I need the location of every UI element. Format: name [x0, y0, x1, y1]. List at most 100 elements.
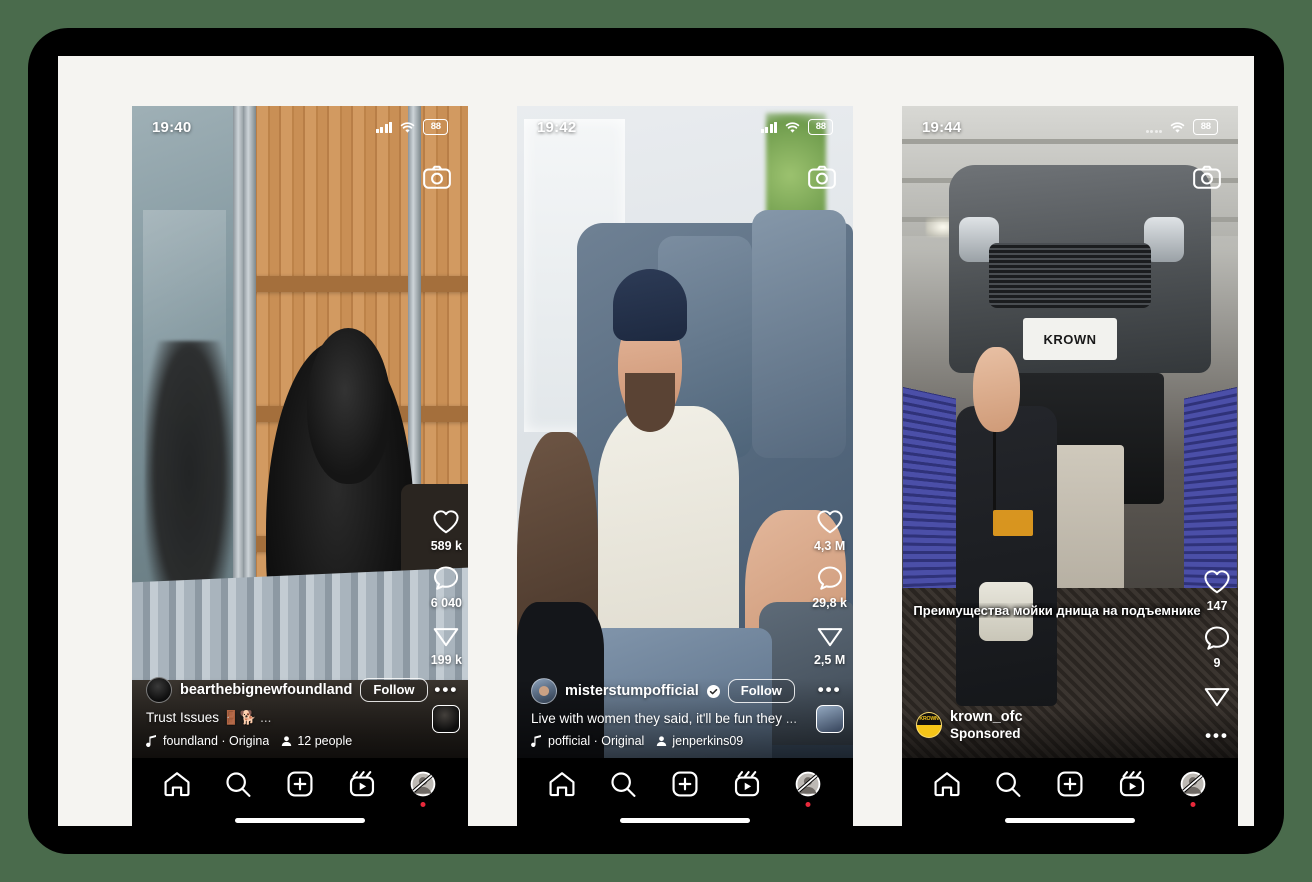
audio-track: pofficial · Original	[548, 734, 645, 748]
comment-button[interactable]: 9	[1202, 623, 1232, 670]
audio-row[interactable]: foundland · Origina 12 people	[146, 734, 454, 748]
nav-profile[interactable]	[1177, 768, 1209, 807]
comment-icon	[434, 566, 459, 590]
search-icon	[226, 772, 251, 797]
follow-button[interactable]: Follow	[727, 679, 795, 703]
share-button[interactable]: 2,5 M	[814, 620, 845, 667]
more-dots-icon[interactable]: •••	[434, 681, 458, 698]
plus-square-icon	[287, 771, 313, 797]
nav-create[interactable]	[669, 768, 701, 800]
scene-couple-on-couch	[517, 106, 853, 758]
comment-icon	[817, 566, 842, 590]
brand-logo-krown[interactable]	[916, 712, 942, 738]
signal-icon	[1145, 122, 1162, 133]
nav-home[interactable]	[161, 768, 193, 800]
nav-reels[interactable]	[1116, 768, 1148, 800]
like-button[interactable]: 147	[1202, 566, 1232, 613]
plus-square-icon	[672, 771, 698, 797]
nav-profile[interactable]	[407, 768, 439, 807]
search-icon	[611, 772, 636, 797]
camera-icon[interactable]	[422, 162, 452, 192]
status-time: 19:44	[922, 118, 962, 136]
more-dots-icon[interactable]: •••	[1205, 727, 1229, 744]
tagged-people[interactable]: 12 people	[281, 734, 352, 748]
reel-media-3[interactable]: KROWN 19:44 88 Преимущества мойки днища …	[902, 106, 1238, 758]
like-count: 4,3 M	[813, 539, 846, 553]
screen-card: 19:40 88 589 k 6 040 199 k ••• bearthebi…	[58, 56, 1254, 836]
comment-count: 6 040	[430, 596, 462, 610]
profile-avatar-icon	[410, 771, 436, 797]
username[interactable]: krown_ofc	[950, 709, 1023, 725]
caption[interactable]: Live with women they said, it'll be fun …	[531, 711, 839, 726]
paper-plane-icon	[817, 628, 842, 647]
signal-icon	[375, 121, 392, 133]
scene-car-on-lift-garage: KROWN	[902, 106, 1238, 758]
nav-reels[interactable]	[346, 768, 378, 800]
video-subtitle: Преимущества мойки днища на подъемнике	[913, 603, 1201, 618]
audio-row[interactable]: pofficial · Original jenperkins09	[531, 734, 839, 748]
username[interactable]: bearthebignewfoundland	[180, 682, 352, 698]
heart-icon	[1204, 570, 1230, 594]
like-button[interactable]: 4,3 M	[814, 506, 845, 553]
nav-profile[interactable]	[792, 768, 824, 807]
nav-home[interactable]	[546, 768, 578, 800]
audio-thumbnail[interactable]	[815, 705, 844, 733]
caption-text: Live with women they said, it'll be fun …	[531, 711, 782, 726]
home-indicator[interactable]	[620, 818, 750, 823]
more-dots-icon[interactable]: •••	[818, 681, 842, 698]
audio-thumbnail[interactable]	[432, 705, 461, 733]
caption-more[interactable]: ...	[260, 710, 271, 725]
post-info-1: bearthebignewfoundland Follow Trust Issu…	[132, 677, 468, 758]
comment-button[interactable]: 6 040	[431, 563, 462, 610]
notification-badge	[1190, 802, 1196, 807]
search-icon	[996, 772, 1021, 797]
reel-media-2[interactable]: 19:42 88 4,3 M 29,8 k 2,5 M ••• misterst…	[517, 106, 853, 758]
like-button[interactable]: 589 k	[431, 506, 462, 553]
like-count: 589 k	[430, 539, 462, 553]
paper-plane-icon	[1204, 688, 1230, 707]
nav-search[interactable]	[607, 768, 639, 800]
reels-icon	[1119, 771, 1144, 797]
camera-icon[interactable]	[1192, 162, 1222, 192]
nav-search[interactable]	[992, 768, 1024, 800]
home-indicator[interactable]	[235, 818, 365, 823]
post-info-3: krown_ofc Sponsored	[902, 709, 1238, 758]
verified-badge-icon	[706, 684, 720, 698]
caption-text: Trust Issues 🚪🐕	[146, 710, 257, 725]
tagged-label: jenperkins09	[672, 734, 744, 748]
comment-button[interactable]: 29,8 k	[812, 563, 847, 610]
wifi-icon	[1170, 121, 1185, 133]
follow-button[interactable]: Follow	[360, 678, 428, 702]
user-row: misterstumpofficial Follow	[531, 678, 839, 704]
person-icon	[282, 736, 292, 747]
nav-create[interactable]	[1054, 768, 1086, 800]
status-time: 19:42	[537, 118, 577, 136]
tagged-people[interactable]: jenperkins09	[656, 734, 743, 748]
action-rail-2: 4,3 M 29,8 k 2,5 M •••	[812, 506, 847, 733]
bottom-nav-3	[902, 758, 1238, 836]
share-button[interactable]	[1202, 680, 1232, 713]
avatar[interactable]	[146, 677, 172, 703]
username[interactable]: misterstumpofficial	[565, 683, 699, 699]
nav-home[interactable]	[931, 768, 963, 800]
share-count: 199 k	[430, 653, 462, 667]
wifi-icon	[400, 121, 415, 133]
avatar[interactable]	[531, 678, 557, 704]
profile-avatar-icon	[1180, 771, 1206, 797]
reels-icon	[734, 771, 759, 797]
share-count: 2,5 M	[813, 653, 846, 667]
home-indicator[interactable]	[1005, 818, 1135, 823]
action-rail-3: 147 9 •••	[1202, 566, 1232, 751]
notification-badge	[420, 802, 426, 807]
reel-media-1[interactable]: 19:40 88 589 k 6 040 199 k ••• bearthebi…	[132, 106, 468, 758]
share-button[interactable]: 199 k	[431, 620, 462, 667]
notification-badge	[805, 802, 811, 807]
status-bar-1: 19:40 88	[132, 106, 468, 148]
nav-create[interactable]	[284, 768, 316, 800]
nav-search[interactable]	[222, 768, 254, 800]
tagged-label: 12 people	[297, 734, 353, 748]
nav-reels[interactable]	[731, 768, 763, 800]
caption-more[interactable]: ...	[786, 711, 797, 726]
camera-icon[interactable]	[807, 162, 837, 192]
caption[interactable]: Trust Issues 🚪🐕 ...	[146, 710, 454, 726]
